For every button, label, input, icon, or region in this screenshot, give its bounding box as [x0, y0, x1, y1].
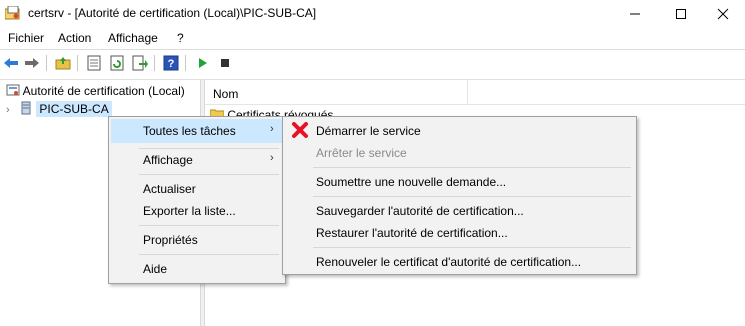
- window-title: certsrv - [Autorité de certification (Lo…: [28, 6, 317, 20]
- menu-item-demarrer-le-service[interactable]: Démarrer le service: [316, 124, 421, 138]
- certsrv-app-icon[interactable]: [4, 5, 21, 20]
- refresh-icon[interactable]: [108, 54, 126, 72]
- menu-item-arreter-le-service: Arrêter le service: [316, 146, 407, 160]
- start-service-icon[interactable]: [193, 54, 211, 72]
- context-menu: Toutes les tâches › Affichage › Actualis…: [108, 116, 286, 284]
- tree-node-label: PIC-SUB-CA: [36, 101, 112, 117]
- chevron-right-icon[interactable]: ›: [6, 104, 10, 116]
- menu-separator: [313, 247, 631, 248]
- menu-item-affichage[interactable]: Affichage: [143, 153, 193, 167]
- minimize-button[interactable]: [612, 0, 658, 27]
- menu-item-renouveler-certificat[interactable]: Renouveler le certificat d'autorité de c…: [316, 255, 581, 269]
- red-x-icon: [292, 122, 308, 138]
- submenu-arrow-icon: ›: [270, 152, 274, 164]
- column-header-nom[interactable]: Nom: [213, 87, 238, 101]
- help-icon[interactable]: ?: [162, 54, 180, 72]
- menu-separator: [139, 225, 279, 226]
- menu-item-sauvegarder-autorite[interactable]: Sauvegarder l'autorité de certification.…: [316, 204, 524, 218]
- menu-item-aide[interactable]: Aide: [143, 262, 167, 276]
- up-folder-icon[interactable]: [54, 54, 72, 72]
- menu-item-soumettre-nouvelle-demande[interactable]: Soumettre une nouvelle demande...: [316, 175, 506, 189]
- menu-help[interactable]: ?: [177, 31, 184, 45]
- menu-item-exporter-la-liste[interactable]: Exporter la liste...: [143, 204, 236, 218]
- export-list-icon[interactable]: [131, 54, 149, 72]
- tree-root-label: Autorité de certification (Local): [22, 84, 185, 98]
- server-icon: [21, 101, 31, 115]
- submenu-toutes-les-taches: Démarrer le service Arrêter le service S…: [282, 116, 637, 275]
- menu-action[interactable]: Action: [58, 31, 91, 45]
- menu-separator: [313, 196, 631, 197]
- certificate-authority-icon: [6, 84, 20, 96]
- menu-separator: [313, 167, 631, 168]
- menu-separator: [139, 254, 279, 255]
- forward-arrow-icon[interactable]: [23, 54, 41, 72]
- tree-node[interactable]: › PIC-SUB-CA: [6, 101, 112, 117]
- menu-separator: [139, 174, 279, 175]
- svg-text:?: ?: [168, 58, 175, 70]
- menu-separator: [139, 148, 279, 149]
- menu-bar: Fichier Action Affichage ?: [0, 28, 745, 48]
- menu-fichier[interactable]: Fichier: [8, 31, 44, 45]
- menu-affichage[interactable]: Affichage: [108, 31, 158, 45]
- menu-divider: [0, 49, 745, 50]
- tree-root[interactable]: Autorité de certification (Local): [6, 83, 185, 98]
- toolbar-separator: [77, 55, 78, 71]
- stop-service-icon[interactable]: [216, 54, 234, 72]
- menu-item-proprietes[interactable]: Propriétés: [143, 233, 198, 247]
- close-button[interactable]: [700, 0, 745, 27]
- properties-sheet-icon[interactable]: [85, 54, 103, 72]
- menu-item-restaurer-autorite[interactable]: Restaurer l'autorité de certification...: [316, 226, 508, 240]
- submenu-arrow-icon: ›: [270, 123, 274, 135]
- column-header: Nom: [205, 80, 745, 105]
- toolbar-separator: [154, 55, 155, 71]
- toolbar-separator: [46, 55, 47, 71]
- menu-item-actualiser[interactable]: Actualiser: [143, 182, 196, 196]
- toolbar: ?: [0, 51, 745, 75]
- column-divider[interactable]: [467, 80, 468, 104]
- title-bar: certsrv - [Autorité de certification (Lo…: [0, 0, 745, 27]
- maximize-button[interactable]: [658, 0, 704, 27]
- toolbar-separator: [185, 55, 186, 71]
- back-arrow-icon[interactable]: [2, 54, 20, 72]
- menu-item-toutes-les-taches[interactable]: Toutes les tâches: [143, 124, 236, 138]
